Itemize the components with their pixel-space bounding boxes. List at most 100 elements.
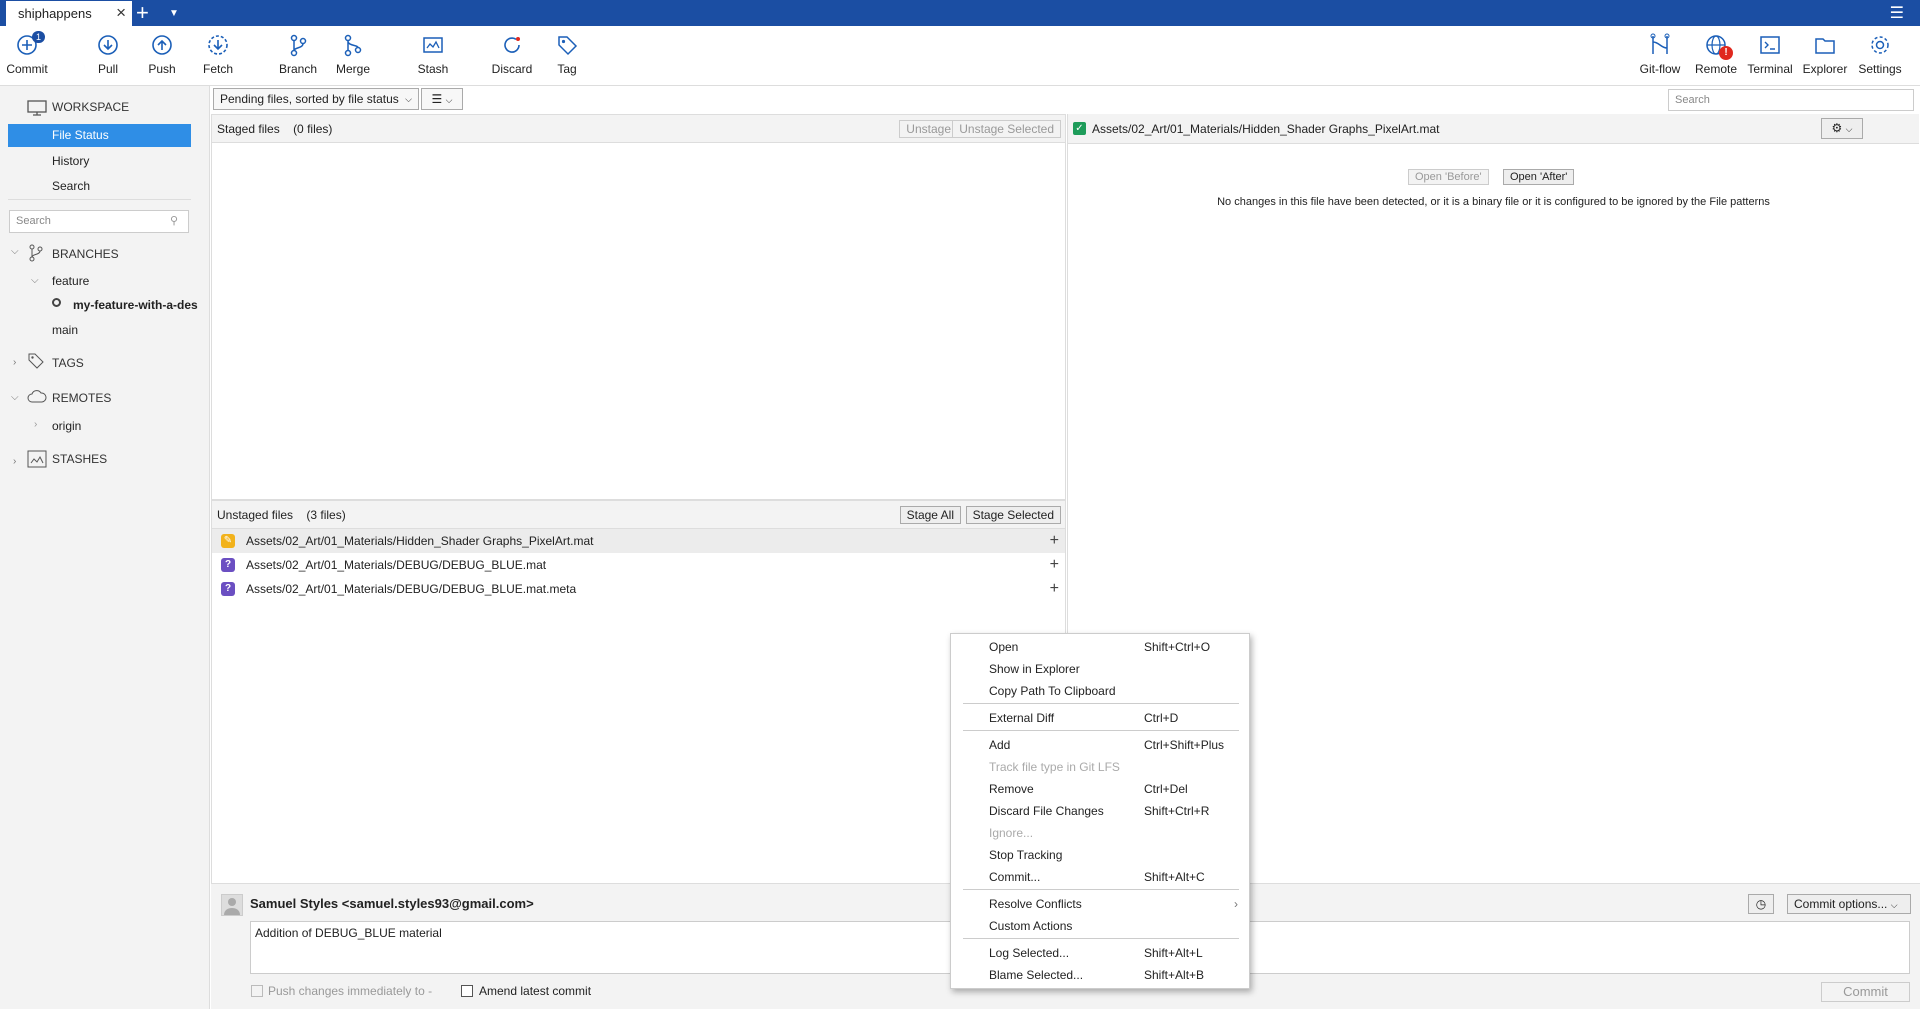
menu-label: Blame Selected...	[989, 968, 1084, 982]
branch-label: Branch	[278, 62, 318, 76]
stage-file-plus-icon[interactable]: +	[1050, 553, 1059, 577]
menu-item-resolve-conflicts[interactable]: Resolve Conflicts ›	[989, 893, 1239, 915]
sidebar-item-search[interactable]: Search	[52, 179, 90, 193]
menu-label: Commit...	[989, 870, 1041, 884]
commit-button[interactable]: 1 Commit	[0, 31, 57, 76]
branch-folder-feature[interactable]: feature	[52, 274, 89, 288]
fetch-icon	[208, 35, 228, 55]
stage-file-plus-icon[interactable]: +	[1050, 529, 1059, 553]
menu-item-remove[interactable]: Remove Ctrl+Del	[989, 778, 1239, 800]
sidebar-item-history[interactable]: History	[52, 154, 89, 168]
chevron-down-icon[interactable]: ⌵	[11, 392, 19, 403]
pull-button[interactable]: Pull	[78, 32, 138, 76]
branch-button[interactable]: Branch	[268, 32, 328, 76]
menu-item-copy-path[interactable]: Copy Path To Clipboard	[989, 680, 1239, 702]
repo-tab[interactable]: shiphappens ×	[6, 1, 132, 26]
menu-label: Custom Actions	[989, 919, 1073, 933]
stashes-header[interactable]: STASHES	[52, 452, 107, 466]
checkbox-checked-icon[interactable]: ✓	[1073, 122, 1086, 135]
chevron-right-icon[interactable]: ›	[34, 419, 37, 430]
merge-button[interactable]: Merge	[323, 32, 383, 76]
chevron-right-icon: ›	[1234, 897, 1238, 911]
diff-settings-dropdown[interactable]: ⚙ ⌵	[1821, 118, 1863, 139]
file-row[interactable]: ✎ Assets/02_Art/01_Materials/Hidden_Shad…	[212, 529, 1065, 553]
file-row[interactable]: ? Assets/02_Art/01_Materials/DEBUG/DEBUG…	[212, 553, 1065, 577]
remote-alert-badge: !	[1719, 46, 1733, 60]
menu-item-custom-actions[interactable]: Custom Actions	[989, 915, 1239, 937]
menu-separator	[963, 889, 1239, 890]
stage-all-button[interactable]: Stage All	[899, 506, 961, 524]
tags-header[interactable]: TAGS	[52, 356, 84, 370]
staged-count: (0 files)	[293, 122, 333, 136]
explorer-label: Explorer	[1802, 62, 1848, 76]
unstage-selected-button[interactable]: Unstage Selected	[952, 120, 1061, 138]
chevron-right-icon[interactable]: ›	[13, 456, 16, 467]
settings-button[interactable]: Settings	[1850, 32, 1910, 76]
remote-button[interactable]: ! Remote	[1686, 32, 1746, 76]
push-immediately-label: Push changes immediately to -	[268, 984, 433, 998]
branches-header[interactable]: BRANCHES	[52, 247, 119, 261]
discard-label: Discard	[491, 62, 533, 76]
chevron-down-icon: ⌵	[1890, 900, 1898, 910]
menu-item-commit[interactable]: Commit... Shift+Alt+C	[989, 866, 1239, 888]
menu-item-stop-tracking[interactable]: Stop Tracking	[989, 844, 1239, 866]
menu-item-add[interactable]: Add Ctrl+Shift+Plus	[989, 734, 1239, 756]
sidebar: WORKSPACE File Status History Search Sea…	[0, 86, 210, 1009]
menu-item-blame-selected[interactable]: Blame Selected... Shift+Alt+B	[989, 964, 1239, 986]
remotes-header[interactable]: REMOTES	[52, 391, 111, 405]
chevron-down-icon: ⌵	[445, 95, 453, 105]
clock-icon[interactable]: ◷	[1748, 894, 1774, 914]
branch-item-main[interactable]: main	[52, 323, 78, 337]
commit-submit-button[interactable]: Commit	[1821, 982, 1910, 1002]
main-search-input[interactable]: Search	[1668, 89, 1914, 111]
stash-button[interactable]: Stash	[403, 32, 463, 76]
list-view-dropdown[interactable]: ☰ ⌵	[421, 88, 463, 110]
fetch-button[interactable]: Fetch	[188, 32, 248, 76]
terminal-button[interactable]: Terminal	[1740, 32, 1800, 76]
close-tab-icon[interactable]: ×	[116, 4, 126, 22]
stage-selected-button[interactable]: Stage Selected	[965, 506, 1061, 524]
file-row[interactable]: ? Assets/02_Art/01_Materials/DEBUG/DEBUG…	[212, 577, 1065, 601]
push-button[interactable]: Push	[132, 32, 192, 76]
explorer-button[interactable]: Explorer	[1795, 32, 1855, 76]
gitflow-button[interactable]: Git-flow	[1630, 32, 1690, 76]
menu-item-log-selected[interactable]: Log Selected... Shift+Alt+L	[989, 942, 1239, 964]
staged-title: Staged files	[217, 122, 280, 136]
branch-item-current[interactable]: my-feature-with-a-des	[73, 298, 203, 312]
stash-icon	[423, 37, 443, 53]
workspace-header[interactable]: WORKSPACE	[52, 100, 129, 114]
menu-item-external-diff[interactable]: External Diff Ctrl+D	[989, 707, 1239, 729]
amend-commit-checkbox[interactable]	[461, 985, 473, 997]
staged-header: Staged files (0 files) Unstage All Unsta…	[212, 115, 1065, 143]
remote-item-origin[interactable]: origin	[52, 419, 81, 433]
avatar	[221, 894, 243, 916]
title-bar: shiphappens × + ▼ ☰	[0, 0, 1920, 26]
unstaged-title: Unstaged files	[217, 508, 294, 522]
open-after-button[interactable]: Open 'After'	[1503, 169, 1575, 185]
menu-item-discard-changes[interactable]: Discard File Changes Shift+Ctrl+R	[989, 800, 1239, 822]
sidebar-search-input[interactable]: Search	[9, 210, 189, 233]
search-icon: ⚲	[170, 215, 179, 227]
file-sort-dropdown[interactable]: Pending files, sorted by file status ⌵	[213, 88, 419, 110]
menu-shortcut: Shift+Alt+C	[1144, 870, 1205, 884]
tab-dropdown-icon[interactable]: ▼	[169, 0, 179, 28]
open-before-button[interactable]: Open 'Before'	[1408, 169, 1489, 185]
commit-options-dropdown[interactable]: Commit options... ⌵	[1787, 894, 1911, 914]
menu-item-track-lfs: Track file type in Git LFS	[989, 756, 1239, 778]
menu-item-show-in-explorer[interactable]: Show in Explorer	[989, 658, 1239, 680]
chevron-down-icon[interactable]: ⌵	[11, 246, 19, 257]
menu-item-open[interactable]: Open Shift+Ctrl+O	[989, 636, 1239, 658]
file-path: Assets/02_Art/01_Materials/DEBUG/DEBUG_B…	[246, 582, 577, 596]
sidebar-item-file-status[interactable]: File Status	[8, 124, 191, 147]
stage-file-plus-icon[interactable]: +	[1050, 577, 1059, 601]
menu-shortcut: Shift+Alt+L	[1144, 946, 1203, 960]
chevron-down-icon[interactable]: ⌵	[31, 275, 39, 286]
menu-shortcut: Shift+Ctrl+O	[1144, 640, 1211, 654]
new-tab-icon[interactable]: +	[136, 0, 149, 26]
hamburger-menu-icon[interactable]: ☰	[1890, 3, 1904, 23]
tag-button[interactable]: Tag	[537, 32, 597, 76]
discard-button[interactable]: Discard	[482, 32, 542, 76]
chevron-right-icon[interactable]: ›	[13, 357, 16, 368]
pull-icon	[98, 35, 118, 55]
push-immediately-checkbox[interactable]	[251, 985, 263, 997]
